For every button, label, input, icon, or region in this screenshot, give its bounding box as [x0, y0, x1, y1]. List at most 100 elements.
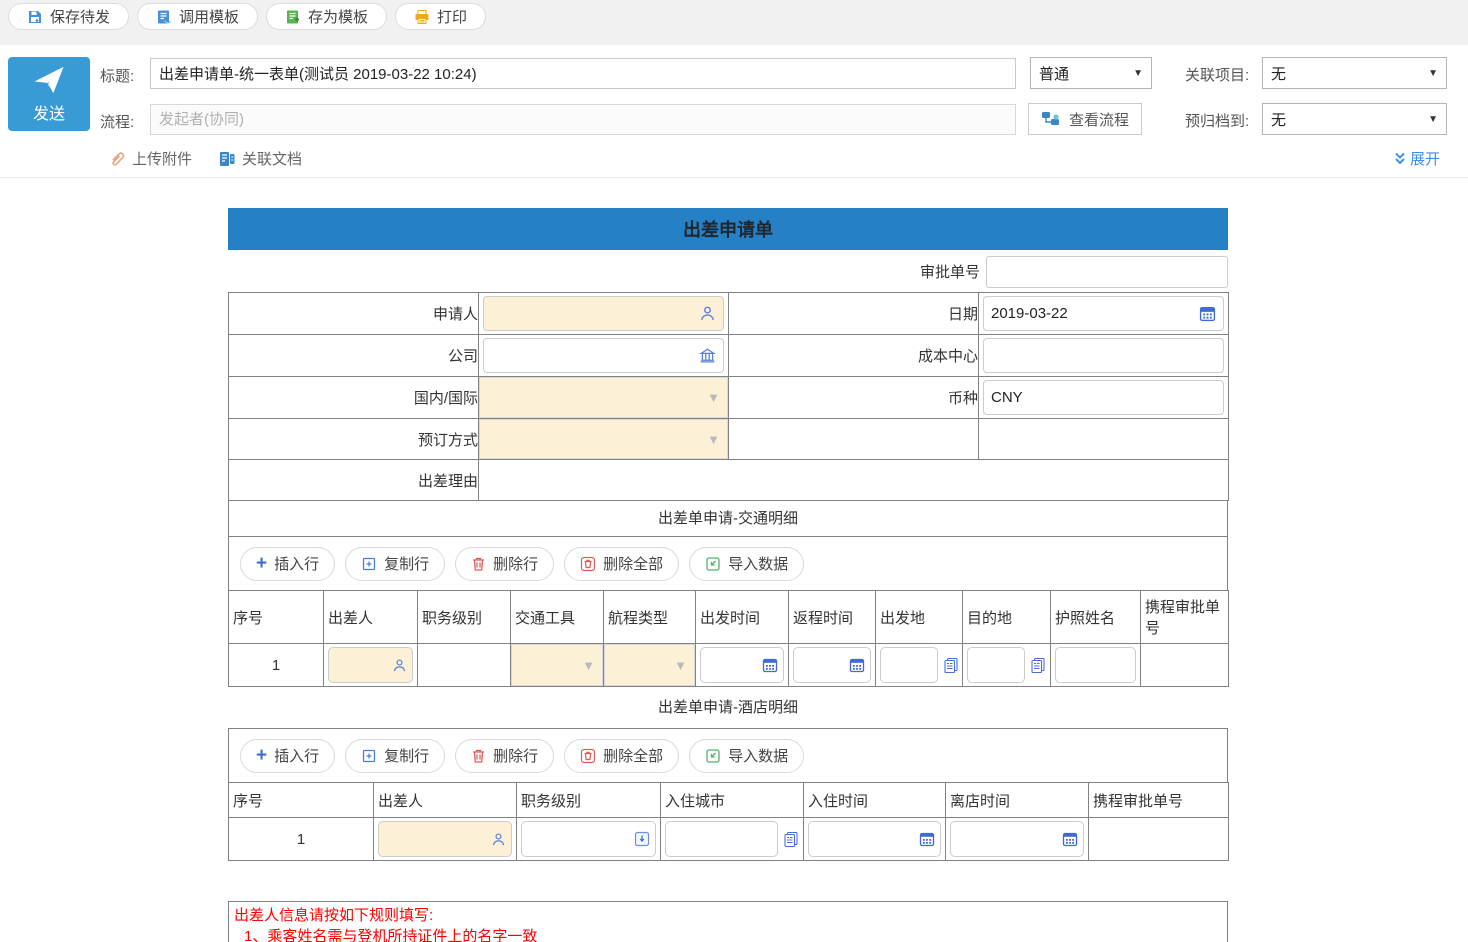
prearchive-label: 预归档到: [1185, 110, 1249, 131]
cost-center-input[interactable] [983, 338, 1224, 373]
transport-copy-row-button[interactable]: 复制行 [345, 547, 445, 581]
print-label: 打印 [437, 6, 467, 27]
hotel-delete-row-button[interactable]: 删除行 [455, 739, 554, 773]
priority-select[interactable]: 普通 ▼ [1030, 57, 1152, 89]
notes-line-1: 出差人信息请按如下规则填写: [234, 905, 1222, 926]
col-header: 序号 [229, 591, 324, 644]
print-button[interactable]: 打印 [395, 3, 486, 30]
col-header: 出差人 [374, 783, 517, 818]
cost-center-label: 成本中心 [729, 335, 979, 377]
trash-all-icon [580, 748, 596, 764]
transport-delete-row-button[interactable]: 删除行 [455, 547, 554, 581]
applicant-input[interactable] [483, 296, 724, 331]
currency-value: CNY [991, 389, 1023, 406]
hotel-delete-all-button[interactable]: 删除全部 [564, 739, 679, 773]
checkin-time-input[interactable] [808, 821, 941, 857]
title-input[interactable] [150, 58, 1016, 89]
related-project-select[interactable]: 无 ▼ [1262, 57, 1447, 89]
notes-line-2: 1、乘客姓名需与登机所持证件上的名字一致 [234, 926, 1222, 942]
approval-no-label: 审批单号 [920, 261, 980, 282]
double-chevron-down-icon [1393, 151, 1407, 166]
trip-reason-label: 出差理由 [229, 460, 479, 501]
doc-list-icon[interactable] [782, 831, 799, 848]
delete-all-label: 删除全部 [603, 745, 663, 766]
top-toolbar: 保存待发 调用模板 存为模板 打印 [0, 0, 1468, 45]
empty-cell [979, 419, 1229, 460]
flight-type-select[interactable]: ▼ [604, 644, 695, 686]
related-doc-icon [218, 150, 236, 168]
booking-method-select[interactable]: ▼ [479, 419, 728, 459]
save-pending-label: 保存待发 [50, 6, 110, 27]
expand-button[interactable]: 展开 [1393, 148, 1440, 169]
empty-cell [729, 419, 979, 460]
send-button[interactable]: 发送 [8, 57, 90, 131]
currency-input[interactable]: CNY [983, 380, 1224, 415]
send-label: 发送 [33, 100, 65, 124]
paper-plane-icon [31, 64, 67, 96]
depart-time-input[interactable] [700, 647, 784, 683]
doc-list-icon[interactable] [942, 657, 959, 674]
related-project-value: 无 [1271, 63, 1286, 84]
col-header: 职务级别 [418, 591, 511, 644]
trash-all-icon [580, 556, 596, 572]
transport-mode-select[interactable]: ▼ [511, 644, 603, 686]
col-header: 离店时间 [946, 783, 1089, 818]
upload-attachment-button[interactable]: 上传附件 [108, 148, 192, 169]
related-doc-button[interactable]: 关联文档 [218, 148, 302, 169]
currency-label: 币种 [729, 377, 979, 419]
load-template-button[interactable]: 调用模板 [137, 3, 258, 30]
prearchive-value: 无 [1271, 109, 1286, 130]
doc-list-icon[interactable] [1029, 657, 1046, 674]
hotel-insert-row-button[interactable]: + 插入行 [240, 739, 335, 773]
col-header: 护照姓名 [1051, 591, 1141, 644]
save-template-button[interactable]: 存为模板 [266, 3, 387, 30]
checkout-time-input[interactable] [950, 821, 1084, 857]
hotel-copy-row-button[interactable]: 复制行 [345, 739, 445, 773]
approval-no-input[interactable] [986, 256, 1228, 288]
prearchive-select[interactable]: 无 ▼ [1262, 103, 1447, 135]
flow-input[interactable] [150, 104, 1016, 135]
picker-box-icon[interactable] [634, 831, 650, 847]
transport-toolbar: + 插入行 复制行 删除行 删除全部 导入数据 [228, 536, 1228, 591]
building-icon [699, 347, 716, 364]
hotel-import-data-button[interactable]: 导入数据 [689, 739, 804, 773]
hotel-row-1: 1 [229, 818, 1229, 861]
job-level-input[interactable] [521, 821, 656, 857]
col-header: 携程审批单号 [1089, 783, 1229, 818]
col-header: 入住时间 [804, 783, 946, 818]
calendar-icon [1062, 831, 1078, 847]
traveler-input[interactable] [378, 821, 512, 857]
dest-city-input[interactable] [967, 647, 1025, 683]
date-label: 日期 [729, 293, 979, 335]
trash-icon [471, 556, 486, 572]
import-data-label: 导入数据 [728, 745, 788, 766]
date-input[interactable]: 2019-03-22 [983, 296, 1224, 331]
person-icon [491, 832, 506, 847]
domestic-intl-select[interactable]: ▼ [479, 377, 728, 418]
print-icon [414, 9, 430, 25]
transport-import-data-button[interactable]: 导入数据 [689, 547, 804, 581]
save-icon [27, 9, 43, 25]
person-icon [392, 658, 407, 673]
view-flow-button[interactable]: 查看流程 [1028, 103, 1142, 135]
transport-row-1: 1 ▼ ▼ [229, 644, 1229, 687]
insert-row-label: 插入行 [274, 553, 319, 574]
transport-delete-all-button[interactable]: 删除全部 [564, 547, 679, 581]
checkin-city-input[interactable] [665, 821, 778, 857]
passport-name-input[interactable] [1055, 647, 1136, 683]
delete-all-label: 删除全部 [603, 553, 663, 574]
traveler-input[interactable] [328, 647, 413, 683]
seq-number: 1 [229, 644, 324, 687]
depart-city-input[interactable] [880, 647, 938, 683]
date-value: 2019-03-22 [991, 305, 1068, 322]
return-time-input[interactable] [793, 647, 871, 683]
company-input[interactable] [483, 338, 724, 373]
copy-row-label: 复制行 [384, 553, 429, 574]
trip-reason-input[interactable] [479, 460, 1229, 501]
hotel-table: 序号 出差人 职务级别 入住城市 入住时间 离店时间 携程审批单号 1 [228, 782, 1229, 861]
calendar-icon [762, 657, 778, 673]
transport-insert-row-button[interactable]: + 插入行 [240, 547, 335, 581]
save-pending-button[interactable]: 保存待发 [8, 3, 129, 30]
col-header: 目的地 [963, 591, 1051, 644]
flow-label: 流程: [100, 111, 134, 132]
